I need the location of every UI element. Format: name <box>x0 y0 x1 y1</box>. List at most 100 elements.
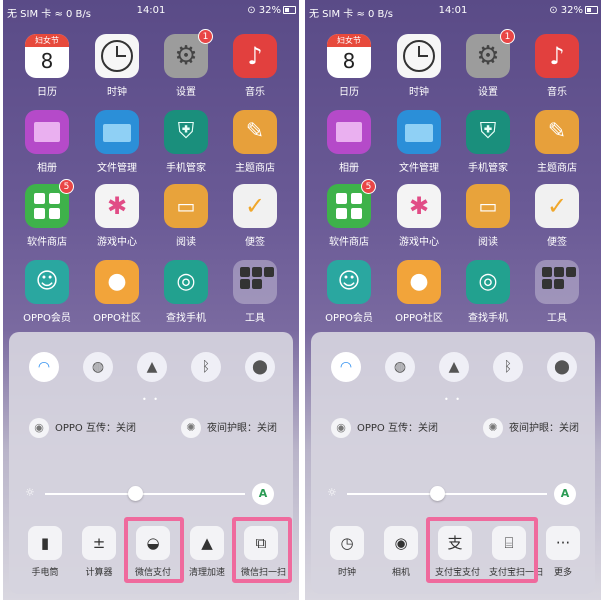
broadcast-icon: ◉ <box>29 418 49 438</box>
shortcut-clean-boost[interactable]: ▲ 清理加速 <box>187 526 227 578</box>
app-tools-folder[interactable]: 工具 <box>527 260 587 324</box>
app-music[interactable]: ♪ 音乐 <box>225 34 285 98</box>
slider-knob[interactable] <box>128 486 143 501</box>
app-notes[interactable]: ✓ 便签 <box>527 184 587 248</box>
app-oppo-community[interactable]: ● OPPO社区 <box>87 260 147 324</box>
screencast-setting[interactable]: ◉ OPPO 互传：关闭 <box>29 418 136 438</box>
status-bar: 无 SIM 卡 ≈ 0 B/s 14:01 ⊙ 32% <box>3 0 299 22</box>
airplane-icon: ▲ <box>448 359 460 375</box>
app-label: 便签 <box>245 237 265 248</box>
bluetooth-toggle[interactable]: ᛒ <box>191 352 221 382</box>
app-label: 工具 <box>547 313 567 324</box>
page-indicator: • • <box>444 395 462 404</box>
night-mode-setting[interactable]: ✺ 夜间护眼：关闭 <box>483 418 579 438</box>
page-indicator: • • <box>142 395 160 404</box>
slider-knob[interactable] <box>430 486 445 501</box>
app-calendar[interactable]: 妇女节 8 日历 <box>17 34 77 98</box>
photo-icon <box>327 110 371 154</box>
folder-grid-icon <box>535 260 579 304</box>
wifi-toggle[interactable]: ◠ <box>331 352 361 382</box>
app-label: 主题商店 <box>537 163 577 174</box>
app-label: OPPO会员 <box>325 313 373 324</box>
app-label: 文件管理 <box>97 163 137 174</box>
app-label: 工具 <box>245 313 265 324</box>
palette-icon: ✎ <box>535 110 579 154</box>
app-notes[interactable]: ✓ 便签 <box>225 184 285 248</box>
app-game-center[interactable]: ✱ 游戏中心 <box>389 184 449 248</box>
gear-icon: ⚙ 1 <box>164 29 213 78</box>
screencast-setting[interactable]: ◉ OPPO 互传：关闭 <box>331 418 438 438</box>
auto-brightness-button[interactable]: A <box>252 483 274 505</box>
book-icon: ▭ <box>466 184 510 228</box>
radar-icon: ◎ <box>164 260 208 304</box>
eye-icon: ✺ <box>181 418 201 438</box>
shortcut-flashlight[interactable]: ▮ 手电筒 <box>25 526 65 578</box>
app-settings[interactable]: ⚙ 1 设置 <box>156 29 216 98</box>
app-theme-store[interactable]: ✎ 主题商店 <box>225 110 285 174</box>
app-files[interactable]: 文件管理 <box>87 110 147 174</box>
notification-badge: 5 <box>361 179 376 194</box>
app-calendar[interactable]: 妇女节 8 日历 <box>319 34 379 98</box>
app-reading[interactable]: ▭ 阅读 <box>458 184 518 248</box>
shortcut-clock[interactable]: ◷ 时钟 <box>327 526 367 578</box>
app-files[interactable]: 文件管理 <box>389 110 449 174</box>
left-screenshot: 无 SIM 卡 ≈ 0 B/s 14:01 ⊙ 32% 妇女节 8 日历 时钟 … <box>3 0 299 600</box>
clock-icon <box>95 34 139 78</box>
app-software-store[interactable]: 5 软件商店 <box>17 179 77 248</box>
app-oppo-member[interactable]: ☺ OPPO会员 <box>17 260 77 324</box>
app-clock[interactable]: 时钟 <box>389 34 449 98</box>
app-label: 相册 <box>37 163 57 174</box>
app-settings[interactable]: ⚙ 1 设置 <box>458 29 518 98</box>
data-toggle[interactable]: ◍ <box>385 352 415 382</box>
shortcut-calculator[interactable]: ± 计算器 <box>79 526 119 578</box>
location-pin-icon: ⬤ <box>252 359 268 375</box>
music-note-icon: ♪ <box>233 34 277 78</box>
app-phone-manager[interactable]: ⛨ 手机管家 <box>458 110 518 174</box>
more-dots-icon: ··· <box>546 526 580 560</box>
app-label: 阅读 <box>478 237 498 248</box>
auto-brightness-button[interactable]: A <box>554 483 576 505</box>
globe-icon: ◍ <box>393 359 407 375</box>
shortcut-camera[interactable]: ◉ 相机 <box>381 526 421 578</box>
app-label: OPPO会员 <box>23 313 71 324</box>
location-toggle[interactable]: ⬤ <box>547 352 577 382</box>
calculator-icon: ± <box>82 526 116 560</box>
highlight-box <box>232 517 292 583</box>
app-tools-folder[interactable]: 工具 <box>225 260 285 324</box>
app-label: 软件商店 <box>27 237 67 248</box>
notification-badge: 1 <box>500 29 515 44</box>
app-software-store[interactable]: 5 软件商店 <box>319 179 379 248</box>
night-mode-setting[interactable]: ✺ 夜间护眼：关闭 <box>181 418 277 438</box>
app-music[interactable]: ♪ 音乐 <box>527 34 587 98</box>
airplane-toggle[interactable]: ▲ <box>439 352 469 382</box>
bluetooth-icon: ᛒ <box>503 359 513 375</box>
app-game-center[interactable]: ✱ 游戏中心 <box>87 184 147 248</box>
app-reading[interactable]: ▭ 阅读 <box>156 184 216 248</box>
app-label: 音乐 <box>245 87 265 98</box>
airplane-toggle[interactable]: ▲ <box>137 352 167 382</box>
app-album[interactable]: 相册 <box>17 110 77 174</box>
folder-icon <box>95 110 139 154</box>
app-oppo-community[interactable]: ● OPPO社区 <box>389 260 449 324</box>
sun-icon: ☼ <box>327 486 337 499</box>
app-label: 便签 <box>547 237 567 248</box>
app-label: 相册 <box>339 163 359 174</box>
pinwheel-icon: ✱ <box>397 184 441 228</box>
app-album[interactable]: 相册 <box>319 110 379 174</box>
app-label: 日历 <box>339 87 359 98</box>
data-toggle[interactable]: ◍ <box>83 352 113 382</box>
app-phone-manager[interactable]: ⛨ 手机管家 <box>156 110 216 174</box>
shortcut-more[interactable]: ··· 更多 <box>543 526 583 578</box>
app-theme-store[interactable]: ✎ 主题商店 <box>527 110 587 174</box>
app-oppo-member[interactable]: ☺ OPPO会员 <box>319 260 379 324</box>
app-find-phone[interactable]: ◎ 查找手机 <box>156 260 216 324</box>
grid-icon: 5 <box>327 179 376 228</box>
slider-track <box>45 493 245 495</box>
bluetooth-toggle[interactable]: ᛒ <box>493 352 523 382</box>
app-clock[interactable]: 时钟 <box>87 34 147 98</box>
app-find-phone[interactable]: ◎ 查找手机 <box>458 260 518 324</box>
wifi-toggle[interactable]: ◠ <box>29 352 59 382</box>
location-toggle[interactable]: ⬤ <box>245 352 275 382</box>
app-label: 主题商店 <box>235 163 275 174</box>
palette-icon: ✎ <box>233 110 277 154</box>
